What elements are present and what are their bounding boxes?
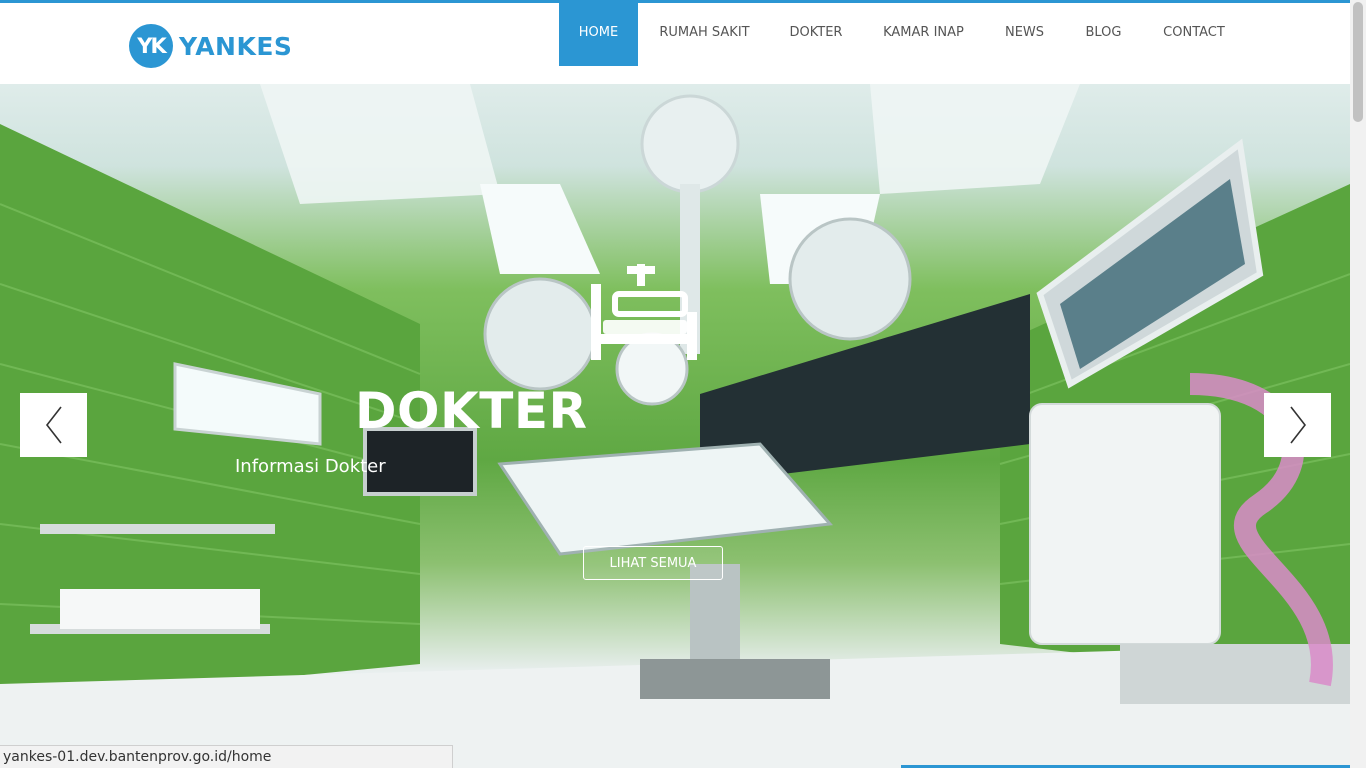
site-logo[interactable]: YK YANKES bbox=[129, 24, 292, 68]
carousel-next-button[interactable] bbox=[1264, 393, 1331, 457]
slide-subtitle: Informasi Dokter bbox=[235, 456, 386, 477]
nav-kamar-inap[interactable]: KAMAR INAP bbox=[861, 3, 986, 66]
logo-text: YANKES bbox=[179, 31, 293, 61]
nav-rumah-sakit[interactable]: RUMAH SAKIT bbox=[638, 3, 771, 66]
main-nav: HOME RUMAH SAKIT DOKTER KAMAR INAP NEWS … bbox=[559, 3, 1244, 66]
nav-news[interactable]: NEWS bbox=[986, 3, 1063, 66]
nav-home[interactable]: HOME bbox=[559, 3, 638, 66]
logo-badge: YK bbox=[129, 24, 173, 68]
chevron-right-icon bbox=[1289, 406, 1306, 444]
carousel-prev-button[interactable] bbox=[20, 393, 87, 457]
chevron-left-icon bbox=[45, 406, 62, 444]
hospital-bed-icon bbox=[587, 264, 701, 369]
site-header: YK YANKES HOME RUMAH SAKIT DOKTER KAMAR … bbox=[0, 3, 1350, 84]
scrollbar-thumb[interactable] bbox=[1353, 2, 1363, 122]
nav-blog[interactable]: BLOG bbox=[1063, 3, 1144, 66]
slide-title: DOKTER bbox=[355, 382, 588, 440]
nav-dokter[interactable]: DOKTER bbox=[771, 3, 861, 66]
hero-carousel: DOKTER Informasi Dokter LIHAT SEMUA bbox=[0, 84, 1350, 768]
operating-room-background bbox=[0, 84, 1350, 768]
status-bar-url: yankes-01.dev.bantenprov.go.id/home bbox=[0, 745, 453, 768]
nav-contact[interactable]: CONTACT bbox=[1144, 3, 1244, 66]
view-all-button[interactable]: LIHAT SEMUA bbox=[583, 546, 723, 580]
